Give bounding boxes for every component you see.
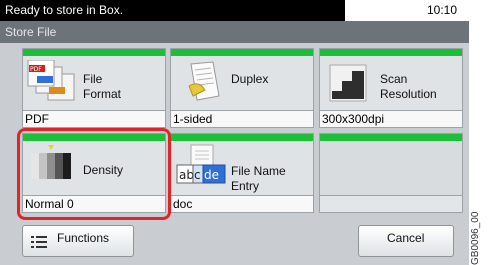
- tile-accent-bar: [171, 134, 313, 141]
- tile-value: doc: [171, 195, 313, 212]
- tile-accent-bar: [320, 49, 462, 56]
- cancel-button[interactable]: Cancel: [358, 225, 454, 257]
- svg-text:de: de: [204, 168, 219, 182]
- empty-tile: [319, 133, 463, 213]
- tile-value-empty: [320, 195, 462, 212]
- tile-label: File Format: [83, 72, 122, 101]
- screen-title-bar: Store File: [0, 21, 469, 43]
- tile-value: 1-sided: [171, 110, 313, 127]
- tile-value: PDF: [23, 110, 165, 127]
- status-message: Ready to store in Box.: [5, 3, 124, 17]
- tile-accent-bar: [23, 49, 165, 56]
- tile-value: 300x300dpi: [320, 110, 462, 127]
- functions-label: Functions: [57, 231, 110, 245]
- clock: 10:10: [426, 3, 457, 17]
- tile-label: Duplex: [231, 72, 269, 86]
- tile-label: File Name Entry: [231, 164, 286, 193]
- svg-text:ab: ab: [179, 168, 194, 182]
- file-name-entry-button[interactable]: ab c de File Name Entry doc: [170, 133, 314, 213]
- svg-text:PDF: PDF: [30, 66, 42, 73]
- scan-resolution-button[interactable]: Scan Resolution 300x300dpi: [319, 48, 463, 128]
- file-format-button[interactable]: PDF File Format PDF: [22, 48, 166, 128]
- file-name-icon: ab c de: [176, 144, 226, 184]
- tile-label: Scan Resolution: [380, 72, 437, 101]
- tile-accent-bar: [171, 49, 313, 56]
- density-highlight-frame: [17, 128, 171, 220]
- file-format-icon: PDF: [27, 60, 75, 101]
- clock-area: 10:10: [345, 0, 469, 21]
- status-bar: Ready to store in Box. 10:10: [0, 0, 469, 21]
- duplex-icon: [188, 61, 220, 101]
- menu-list-icon: [31, 236, 47, 248]
- screen-title: Store File: [5, 25, 57, 39]
- duplex-button[interactable]: Duplex 1-sided: [170, 48, 314, 128]
- svg-text:c: c: [194, 168, 201, 182]
- tile-accent-bar: [320, 134, 462, 141]
- scan-resolution-icon: [329, 64, 367, 102]
- figure-code: GB0096_00: [470, 211, 481, 265]
- control-panel-screen: Ready to store in Box. 10:10 Store File …: [0, 0, 469, 265]
- cancel-label: Cancel: [387, 231, 425, 245]
- functions-button[interactable]: Functions: [22, 225, 134, 257]
